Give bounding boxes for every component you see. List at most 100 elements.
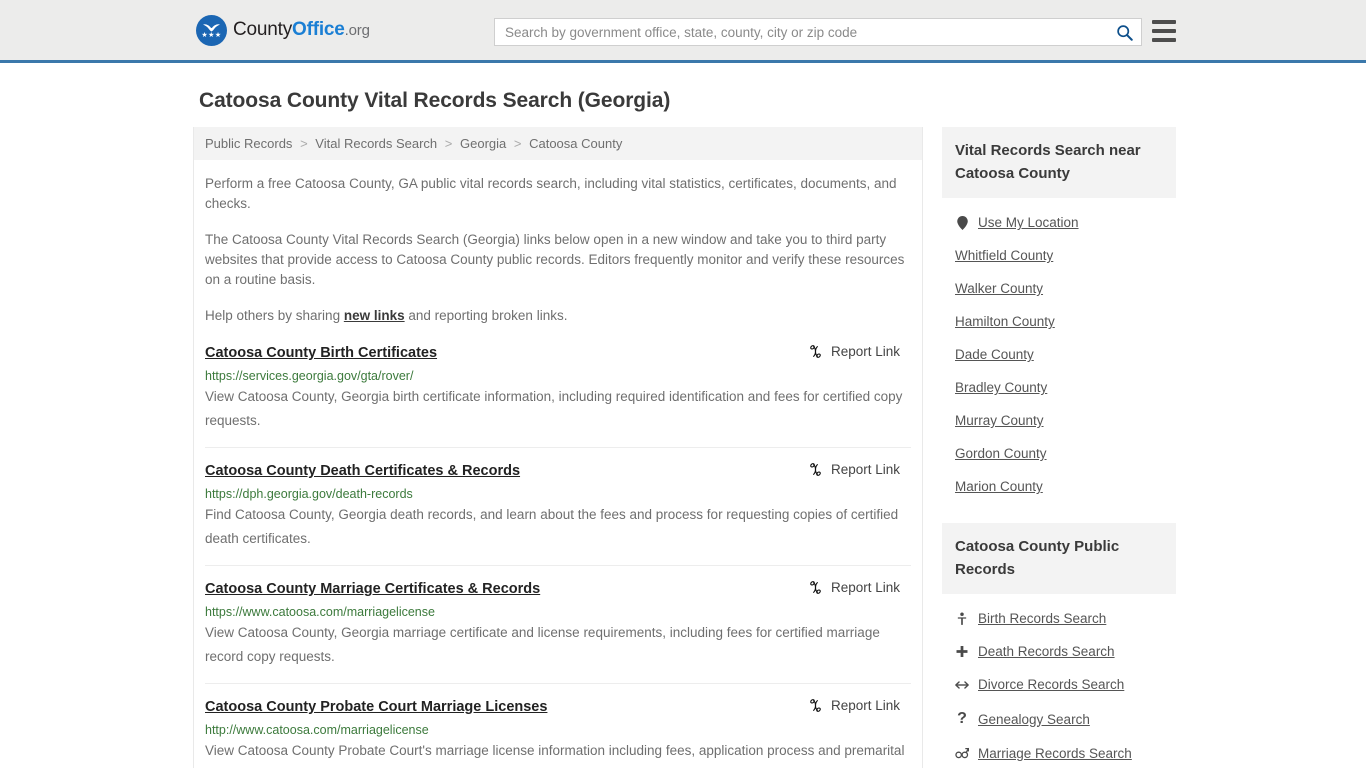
- sidebar-item-whitfield-county[interactable]: Whitfield County: [942, 239, 1176, 272]
- result-description: Find Catoosa County, Georgia death recor…: [205, 507, 899, 546]
- sidebar-link-label[interactable]: Death Records Search: [978, 644, 1115, 659]
- logo-text: CountyOffice.org: [233, 19, 370, 41]
- intro-paragraph-1: Perform a free Catoosa County, GA public…: [205, 176, 897, 211]
- sidebar-link-label[interactable]: Use My Location: [978, 215, 1079, 230]
- result-item: Catoosa County Birth Certificates Report…: [205, 344, 911, 448]
- breadcrumb-item-vital-records-search[interactable]: Vital Records Search: [315, 136, 437, 151]
- site-logo[interactable]: ★★★ CountyOffice.org: [196, 14, 370, 46]
- sidebar-item-birth-records-search[interactable]: Birth Records Search: [942, 602, 1176, 635]
- logo-text-org: .org: [344, 22, 370, 39]
- sidebar-link-label[interactable]: Marriage Records Search: [978, 746, 1132, 761]
- page-body: Catoosa County Vital Records Search (Geo…: [0, 89, 1366, 768]
- sidebar-item-death-records-search[interactable]: Death Records Search: [942, 635, 1176, 668]
- breadcrumb-separator: >: [444, 136, 453, 151]
- sidebar-item-marriage-records-search[interactable]: Marriage Records Search: [942, 737, 1176, 768]
- logo-text-office: Office: [292, 19, 345, 40]
- report-link-button[interactable]: Report Link: [808, 580, 911, 595]
- logo-stars: ★★★: [201, 31, 222, 39]
- sidebar-item-use-my-location[interactable]: Use My Location: [942, 206, 1176, 239]
- sidebar-item-dade-county[interactable]: Dade County: [942, 338, 1176, 371]
- location-pin-icon: [955, 215, 969, 230]
- result-description: View Catoosa County, Georgia birth certi…: [205, 389, 903, 428]
- sidebar-item-walker-county[interactable]: Walker County: [942, 272, 1176, 305]
- result-header: Catoosa County Marriage Certificates & R…: [205, 580, 911, 598]
- result-title-link[interactable]: Catoosa County Birth Certificates: [205, 344, 437, 362]
- site-header: ★★★ CountyOffice.org: [0, 0, 1366, 63]
- result-header: Catoosa County Death Certificates & Reco…: [205, 462, 911, 480]
- report-link-label: Report Link: [830, 698, 900, 713]
- result-item: Catoosa County Probate Court Marriage Li…: [205, 698, 911, 768]
- sidebar-item-murray-county[interactable]: Murray County: [942, 404, 1176, 437]
- double-arrow-icon: [955, 680, 969, 690]
- results-list: Catoosa County Birth Certificates Report…: [205, 344, 911, 768]
- baby-icon: [955, 612, 969, 626]
- content-columns: Public Records > Vital Records Search > …: [0, 127, 1366, 768]
- intro-paragraph-3: Help others by sharing new links and rep…: [205, 306, 911, 326]
- sidebar-item-gordon-county[interactable]: Gordon County: [942, 437, 1176, 470]
- sidebar-card-public-records: Catoosa County Public Records Birth Reco…: [942, 523, 1176, 768]
- intro-paragraph-2: The Catoosa County Vital Records Search …: [205, 232, 905, 287]
- gender-symbols-icon: [955, 747, 969, 760]
- question-mark-icon: ?: [957, 710, 967, 727]
- result-title-link[interactable]: Catoosa County Probate Court Marriage Li…: [205, 698, 547, 716]
- hamburger-menu-icon[interactable]: [1152, 20, 1176, 42]
- hamburger-bar: [1152, 38, 1176, 42]
- result-title-link[interactable]: Catoosa County Marriage Certificates & R…: [205, 580, 540, 598]
- sidebar-item-divorce-records-search[interactable]: Divorce Records Search: [942, 668, 1176, 701]
- sidebar-link-label[interactable]: Bradley County: [955, 380, 1047, 395]
- search-input[interactable]: [495, 24, 1107, 40]
- search-button[interactable]: [1107, 19, 1141, 45]
- hamburger-bar: [1152, 29, 1176, 33]
- sidebar-item-bradley-county[interactable]: Bradley County: [942, 371, 1176, 404]
- intro-text-before-link: Help others by sharing: [205, 308, 344, 323]
- sidebar-link-label[interactable]: Hamilton County: [955, 314, 1055, 329]
- broken-link-icon: [810, 345, 821, 358]
- logo-badge-icon: ★★★: [196, 14, 227, 46]
- result-description: View Catoosa County, Georgia marriage ce…: [205, 625, 880, 664]
- report-link-button[interactable]: Report Link: [808, 344, 911, 359]
- sidebar-public-records-heading: Catoosa County Public Records: [942, 523, 1176, 594]
- sidebar-link-label[interactable]: Walker County: [955, 281, 1043, 296]
- sidebar-link-label[interactable]: Murray County: [955, 413, 1044, 428]
- broken-link-icon: [810, 463, 821, 476]
- result-item: Catoosa County Death Certificates & Reco…: [205, 462, 911, 566]
- sidebar-item-hamilton-county[interactable]: Hamilton County: [942, 305, 1176, 338]
- sidebar-link-label[interactable]: Gordon County: [955, 446, 1047, 461]
- sidebar: Vital Records Search near Catoosa County…: [942, 127, 1176, 768]
- report-link-button[interactable]: Report Link: [808, 462, 911, 477]
- new-links-link[interactable]: new links: [344, 308, 405, 323]
- search-bar[interactable]: [494, 18, 1142, 46]
- result-item: Catoosa County Marriage Certificates & R…: [205, 580, 911, 684]
- result-header: Catoosa County Birth Certificates Report…: [205, 344, 911, 362]
- hamburger-bar: [1152, 20, 1176, 24]
- sidebar-item-genealogy-search[interactable]: ? Genealogy Search: [942, 701, 1176, 737]
- result-url-link[interactable]: http://www.catoosa.com/marriagelicense: [205, 723, 911, 737]
- sidebar-card-nearby: Vital Records Search near Catoosa County…: [942, 127, 1176, 503]
- breadcrumb-item-public-records[interactable]: Public Records: [205, 136, 292, 151]
- report-link-button[interactable]: Report Link: [808, 698, 911, 713]
- sidebar-link-label[interactable]: Birth Records Search: [978, 611, 1106, 626]
- broken-link-icon: [810, 581, 821, 594]
- sidebar-nearby-heading: Vital Records Search near Catoosa County: [942, 127, 1176, 198]
- result-url-link[interactable]: https://dph.georgia.gov/death-records: [205, 487, 911, 501]
- report-link-label: Report Link: [830, 344, 900, 359]
- sidebar-link-label[interactable]: Marion County: [955, 479, 1043, 494]
- intro-text-after-link: and reporting broken links.: [404, 308, 568, 323]
- breadcrumb-item-catoosa-county[interactable]: Catoosa County: [529, 136, 622, 151]
- sidebar-link-label[interactable]: Genealogy Search: [978, 712, 1090, 727]
- result-url-link[interactable]: https://www.catoosa.com/marriagelicense: [205, 605, 911, 619]
- sidebar-link-label[interactable]: Whitfield County: [955, 248, 1053, 263]
- result-url-link[interactable]: https://services.georgia.gov/gta/rover/: [205, 369, 911, 383]
- broken-link-icon: [810, 699, 821, 712]
- breadcrumb-item-georgia[interactable]: Georgia: [460, 136, 506, 151]
- sidebar-link-label[interactable]: Dade County: [955, 347, 1034, 362]
- sidebar-link-label[interactable]: Divorce Records Search: [978, 677, 1124, 692]
- breadcrumb-separator: >: [513, 136, 522, 151]
- result-title-link[interactable]: Catoosa County Death Certificates & Reco…: [205, 462, 520, 480]
- logo-text-county: County: [233, 19, 293, 40]
- result-description: View Catoosa County Probate Court's marr…: [205, 743, 905, 768]
- breadcrumb: Public Records > Vital Records Search > …: [194, 127, 922, 160]
- breadcrumb-separator: >: [300, 136, 308, 151]
- sidebar-item-marion-county[interactable]: Marion County: [942, 470, 1176, 503]
- page-title: Catoosa County Vital Records Search (Geo…: [199, 89, 671, 112]
